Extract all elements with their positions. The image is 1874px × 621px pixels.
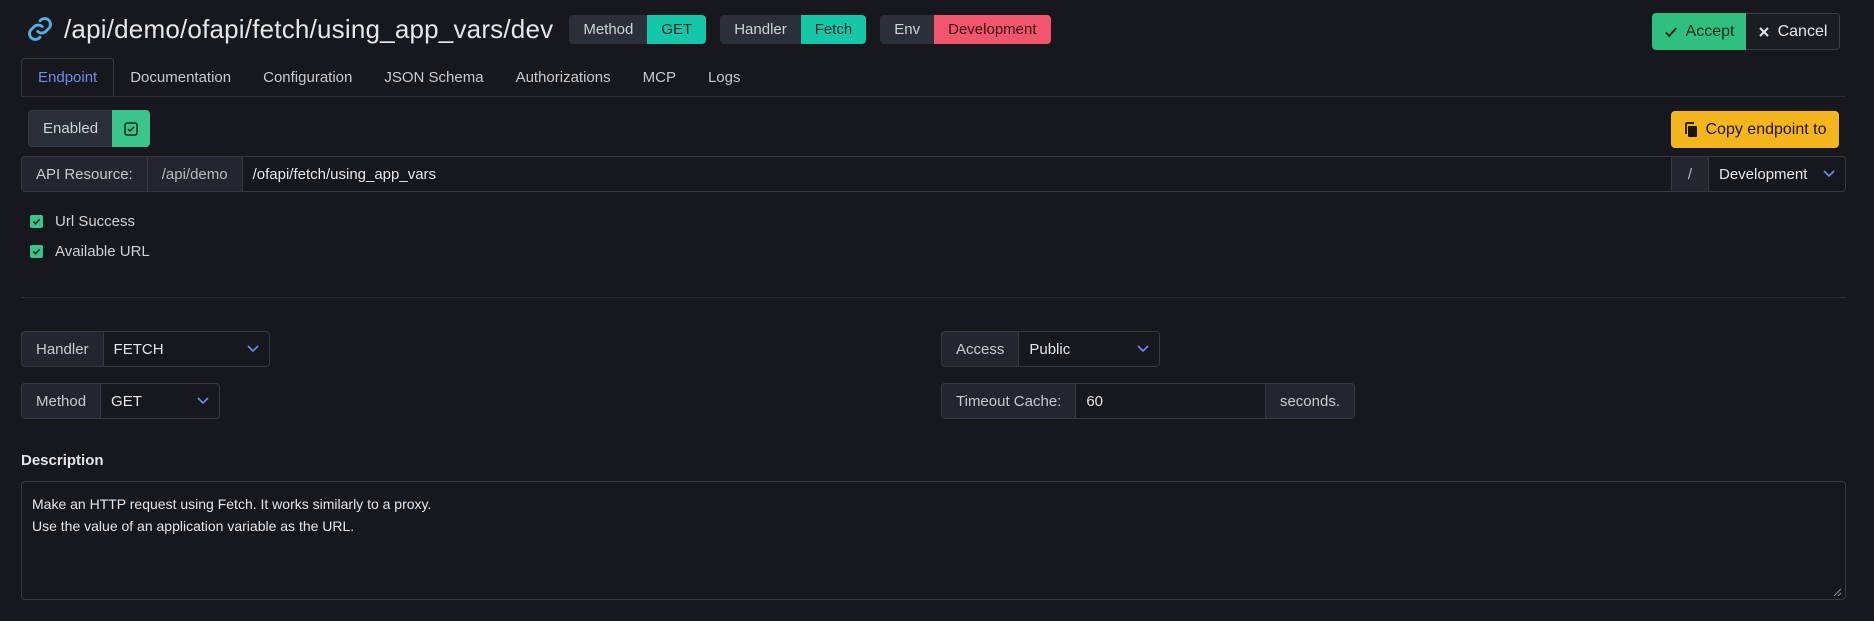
- resize-handle-icon[interactable]: [1832, 587, 1842, 597]
- endpoint-path-title: /api/demo/ofapi/fetch/using_app_vars/dev: [64, 13, 554, 44]
- chevron-down-icon: [1137, 345, 1149, 353]
- copy-endpoint-button[interactable]: Copy endpoint to: [1671, 111, 1839, 148]
- description-label: Description: [21, 452, 104, 469]
- timeout-cache-label: Timeout Cache:: [942, 384, 1077, 418]
- env-badge-key: Env: [880, 14, 935, 44]
- access-select[interactable]: Public: [1019, 332, 1159, 366]
- env-badge: Env Development: [880, 14, 1051, 44]
- environment-select[interactable]: Development: [1708, 157, 1845, 191]
- cancel-label: Cancel: [1777, 22, 1828, 40]
- method-badge-value: GET: [647, 14, 707, 44]
- api-resource-path-input[interactable]: /ofapi/fetch/using_app_vars: [242, 157, 1671, 191]
- tab-mcp[interactable]: MCP: [627, 58, 692, 97]
- accept-button[interactable]: Accept: [1652, 13, 1746, 50]
- access-select-value: Public: [1029, 340, 1071, 358]
- enabled-checkbox[interactable]: [112, 110, 151, 147]
- api-resource-separator: /: [1671, 157, 1708, 191]
- checkbox-checked-icon: [124, 121, 138, 136]
- api-resource-label: API Resource:: [22, 157, 148, 191]
- handler-select-value: FETCH: [113, 340, 164, 358]
- handler-label: Handler: [22, 332, 104, 366]
- api-resource-row: API Resource: /api/demo /ofapi/fetch/usi…: [21, 156, 1846, 192]
- available-url-label: Available URL: [55, 243, 150, 260]
- tab-json-schema[interactable]: JSON Schema: [368, 58, 499, 97]
- method-select-value: GET: [111, 392, 142, 410]
- copy-icon: [1684, 121, 1697, 137]
- check-icon: [32, 248, 41, 255]
- api-resource-prefix: /api/demo: [147, 157, 243, 191]
- method-badge: Method GET: [569, 14, 707, 44]
- chevron-down-icon: [197, 397, 209, 405]
- tab-documentation[interactable]: Documentation: [114, 58, 247, 97]
- method-badge-key: Method: [569, 14, 648, 44]
- tab-endpoint[interactable]: Endpoint: [21, 58, 115, 97]
- description-textarea[interactable]: Make an HTTP request using Fetch. It wor…: [21, 481, 1846, 600]
- enabled-label: Enabled: [28, 110, 113, 147]
- tab-bar: Endpoint Documentation Configuration JSO…: [21, 58, 757, 97]
- tab-divider: [21, 96, 1845, 97]
- chevron-down-icon: [1823, 170, 1835, 178]
- environment-select-value: Development: [1719, 165, 1808, 183]
- cancel-button[interactable]: Cancel: [1746, 13, 1840, 50]
- url-success-checkbox-row[interactable]: Url Success: [30, 213, 135, 230]
- chevron-down-icon: [247, 345, 259, 353]
- link-icon: [28, 17, 52, 41]
- tab-authorizations[interactable]: Authorizations: [500, 58, 627, 97]
- tab-logs[interactable]: Logs: [692, 58, 757, 97]
- handler-badge: Handler Fetch: [720, 14, 867, 44]
- handler-badge-key: Handler: [720, 14, 801, 44]
- handler-badge-value: Fetch: [800, 14, 867, 44]
- url-success-label: Url Success: [55, 213, 136, 230]
- access-label: Access: [942, 332, 1020, 366]
- check-icon: [1664, 26, 1677, 37]
- check-icon: [32, 218, 41, 225]
- close-icon: [1758, 26, 1769, 37]
- available-url-checkbox-row[interactable]: Available URL: [30, 243, 150, 260]
- accept-label: Accept: [1685, 22, 1735, 40]
- method-label: Method: [22, 384, 102, 418]
- env-badge-value: Development: [934, 14, 1051, 44]
- tab-configuration[interactable]: Configuration: [247, 58, 368, 97]
- description-line: Use the value of an application variable…: [32, 518, 355, 534]
- url-success-checkbox[interactable]: [30, 215, 43, 228]
- timeout-cache-input[interactable]: 60: [1076, 384, 1265, 418]
- handler-select[interactable]: FETCH: [104, 332, 269, 366]
- description-line: Make an HTTP request using Fetch. It wor…: [32, 496, 432, 512]
- access-field: Access Public: [941, 331, 1160, 367]
- handler-field: Handler FETCH: [21, 331, 270, 367]
- enabled-toggle[interactable]: Enabled: [28, 110, 151, 147]
- section-divider: [21, 297, 1846, 298]
- copy-endpoint-label: Copy endpoint to: [1705, 120, 1827, 138]
- timeout-cache-field: Timeout Cache: 60 seconds.: [941, 383, 1355, 419]
- available-url-checkbox[interactable]: [30, 245, 43, 258]
- method-select[interactable]: GET: [101, 384, 219, 418]
- page-header: /api/demo/ofapi/fetch/using_app_vars/dev…: [26, 10, 1051, 48]
- method-field: Method GET: [21, 383, 220, 419]
- timeout-cache-suffix: seconds.: [1264, 384, 1354, 418]
